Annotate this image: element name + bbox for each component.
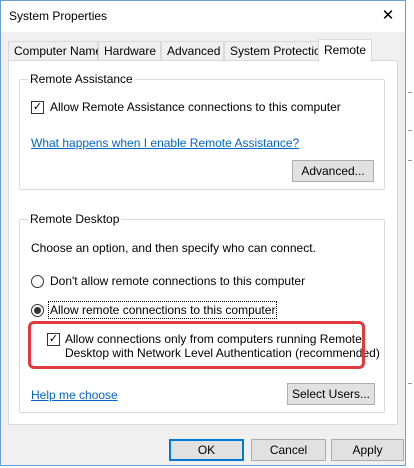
system-properties-dialog: System Properties ✕ Computer Name Hardwa… bbox=[0, 0, 406, 466]
background-mark bbox=[408, 92, 412, 93]
remote-desktop-group: Remote Desktop Choose an option, and the… bbox=[19, 212, 385, 413]
tab-remote[interactable]: Remote bbox=[318, 39, 372, 62]
remote-desktop-instruction: Choose an option, and then specify who c… bbox=[31, 241, 316, 255]
allow-radio-label[interactable]: Allow remote connections to this compute… bbox=[47, 301, 278, 319]
background-mark bbox=[408, 160, 412, 161]
remote-assistance-group: Remote Assistance ✓ Allow Remote Assista… bbox=[19, 72, 385, 190]
remote-tab-panel: Remote Assistance ✓ Allow Remote Assista… bbox=[8, 60, 398, 425]
radio-selected-dot bbox=[34, 307, 41, 314]
close-icon[interactable]: ✕ bbox=[375, 3, 401, 29]
background-mark bbox=[408, 130, 412, 131]
tab-system-protection[interactable]: System Protection bbox=[224, 41, 327, 60]
remote-assistance-label: Remote Assistance bbox=[28, 72, 135, 86]
help-me-choose-link[interactable]: Help me choose bbox=[31, 388, 118, 402]
tab-advanced[interactable]: Advanced bbox=[161, 41, 224, 60]
remote-assistance-help-link[interactable]: What happens when I enable Remote Assist… bbox=[31, 136, 299, 150]
tab-computer-name[interactable]: Computer Name bbox=[8, 41, 102, 60]
select-users-button[interactable]: Select Users... bbox=[287, 383, 375, 405]
advanced-button[interactable]: Advanced... bbox=[292, 160, 374, 182]
background-mark bbox=[408, 383, 412, 384]
remote-assistance-checkbox-label[interactable]: Allow Remote Assistance connections to t… bbox=[50, 100, 341, 114]
tab-strip: Computer Name Hardware Advanced System P… bbox=[8, 39, 397, 62]
background-desktop bbox=[406, 0, 414, 468]
tab-hardware[interactable]: Hardware bbox=[98, 41, 161, 60]
window-title: System Properties bbox=[9, 9, 108, 23]
ok-button[interactable]: OK bbox=[169, 439, 244, 461]
dont-allow-radio-label[interactable]: Don't allow remote connections to this c… bbox=[50, 274, 305, 288]
nla-highlight-box bbox=[28, 321, 365, 369]
allow-radio[interactable] bbox=[31, 304, 44, 317]
cancel-button[interactable]: Cancel bbox=[251, 439, 326, 461]
remote-desktop-label: Remote Desktop bbox=[28, 212, 122, 226]
apply-button[interactable]: Apply bbox=[331, 439, 404, 461]
dont-allow-radio[interactable] bbox=[31, 275, 44, 288]
remote-assistance-checkbox[interactable]: ✓ bbox=[31, 101, 44, 114]
title-bar[interactable]: System Properties ✕ bbox=[1, 1, 405, 32]
